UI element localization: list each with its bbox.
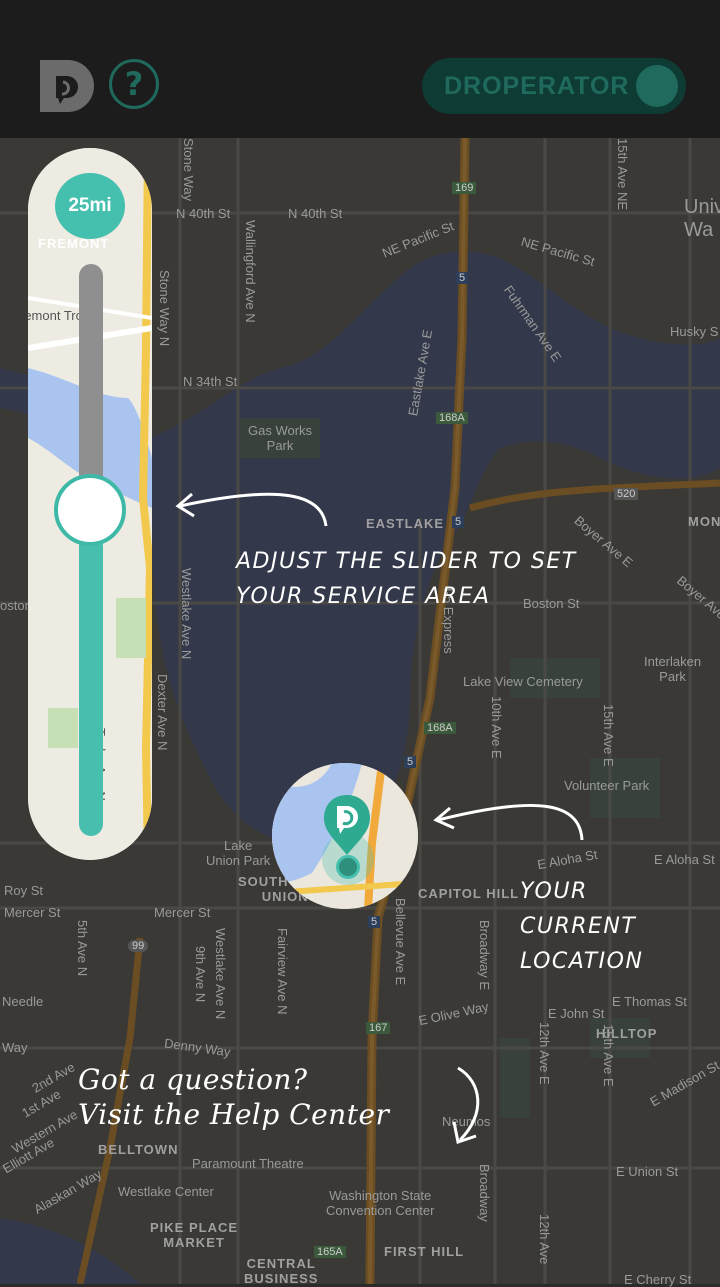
map-label: Wallingford Ave N [243, 220, 258, 323]
service-area-slider-panel: FREMONT remont Troll Taylor Ave N 25mi [28, 148, 152, 860]
map-label: CAPITOL HILL [418, 886, 520, 901]
map-label: CENTRAL BUSINESS [244, 1256, 319, 1286]
map-label: MONT [688, 514, 720, 529]
highway-shield: 165A [314, 1246, 346, 1258]
map-label: 15th Ave NE [615, 138, 630, 211]
map-label: BELLTOWN [98, 1142, 179, 1157]
slider-track-active[interactable] [79, 534, 103, 836]
map-label: 9th Ave N [193, 946, 208, 1003]
map-label: Stone Way N [157, 270, 172, 347]
map-label: 12th Ave [537, 1214, 552, 1265]
radius-value-badge: 25mi [55, 173, 125, 239]
map-label: E Cherry St [624, 1272, 692, 1287]
map-label: 15th Ave E [601, 704, 616, 767]
map-label: Mercer St [4, 905, 61, 920]
map-label: Broadway E [477, 920, 492, 991]
map-label: E Union St [616, 1164, 679, 1179]
map-label: Univ Wa [684, 196, 720, 241]
map-label: Roy St [4, 883, 44, 898]
map-label: N 34th St [183, 374, 238, 389]
map-label: Westlake Ave N [213, 928, 228, 1020]
highway-shield: 167 [366, 1022, 391, 1034]
highway-shield: 5 [452, 516, 465, 528]
map-label: E John St [548, 1006, 605, 1021]
map-label: PIKE PLACE MARKET [150, 1220, 239, 1250]
map-label: 5th Ave N [75, 920, 90, 977]
slider-hint: Adjust the slider to set your service ar… [236, 549, 577, 610]
map-label: Paramount Theatre [192, 1156, 304, 1171]
map-label: Dexter Ave N [155, 674, 170, 751]
map-label: Lake Union Park [206, 838, 271, 868]
slider-thumb[interactable] [54, 474, 126, 546]
map-label: 12th Ave E [537, 1022, 552, 1085]
map-label: E Thomas St [612, 994, 687, 1009]
map-label: 10th Ave E [489, 696, 504, 759]
map-label: Lake View Cemetery [463, 674, 583, 689]
curved-arrow-icon [452, 1066, 480, 1144]
map-label: FIRST HILL [384, 1244, 465, 1259]
current-location-dot-icon [336, 855, 360, 879]
mini-map-label: FREMONT [38, 236, 110, 251]
map-label: Needle [2, 994, 44, 1009]
highway-shield: 520 [614, 488, 639, 500]
highway-shield: 99 [128, 940, 149, 952]
highway-shield: 168A [424, 722, 456, 734]
help-center-button[interactable]: ? [109, 59, 159, 109]
map-label: E Aloha St [654, 852, 715, 867]
highway-shield: 5 [368, 916, 381, 928]
dropcar-d-logo-icon[interactable] [38, 58, 96, 114]
current-location-bubble[interactable] [272, 763, 418, 909]
map-label: N 40th St [288, 206, 343, 221]
map-label: Westlake Center [118, 1184, 214, 1199]
toggle-knob[interactable] [636, 65, 678, 107]
highway-shield: 169 [452, 182, 477, 194]
location-hint: Your current location [520, 879, 644, 975]
curved-arrow-icon [433, 803, 584, 841]
map-label: Washington State Convention Center [326, 1188, 435, 1218]
map-label: N 40th St [176, 206, 231, 221]
droperator-toggle[interactable]: DROPERATOR [422, 58, 686, 114]
map-label: Mercer St [154, 905, 211, 920]
map-label: Stone Way [181, 138, 196, 202]
map-label: Way [2, 1040, 28, 1055]
question-mark-icon: ? [124, 65, 144, 103]
map-label: Interlaken Park [644, 654, 702, 684]
map-label: Bellevue Ave E [393, 898, 408, 986]
highway-shield: 168A [436, 412, 468, 424]
app-bar: ? DROPERATOR [0, 0, 720, 138]
map-label: EASTLAKE [366, 516, 445, 531]
map-label: Husky S [670, 324, 719, 339]
map-label: Westlake Ave N [179, 568, 194, 660]
highway-shield: 5 [456, 272, 469, 284]
droperator-toggle-label: DROPERATOR [444, 72, 630, 100]
map-label: 15th Ave E [601, 1024, 616, 1087]
help-hint: Got a question? Visit the Help Center [78, 1063, 390, 1131]
map-label: Fairview Ave N [275, 928, 290, 1015]
slider-track-inactive[interactable] [79, 264, 103, 509]
map-label: Broadway [477, 1164, 492, 1222]
curved-arrow-icon [175, 492, 328, 527]
map-label: Gas Works Park [248, 423, 313, 453]
